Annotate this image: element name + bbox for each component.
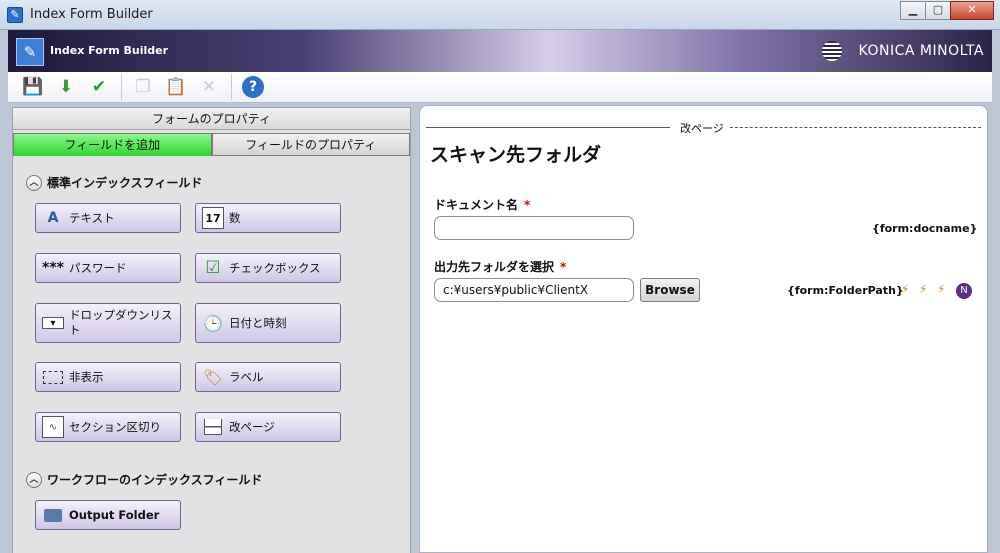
window-title: Index Form Builder [30,7,153,22]
section-break-icon: ∿ [42,416,64,438]
tab-add-field[interactable]: フィールドを追加 [13,133,212,156]
folder-path-token: {form:FolderPath} [787,284,904,297]
add-output-folder-button[interactable]: Output Folder [35,500,181,530]
panel-tabs: フィールドを追加 フィールドのプロパティ [13,130,410,156]
required-marker: * [560,260,567,274]
page-break-label: 改ページ [676,120,728,136]
dropdown-icon: ▾ [42,317,64,329]
required-marker: * [524,198,531,212]
maximize-button[interactable]: ▢ [925,1,951,20]
collapse-chevron-icon[interactable]: ︿ [26,174,42,191]
button-label: Output Folder [69,507,160,522]
app-logo-icon: ✎ [16,38,44,66]
add-text-field-button[interactable]: A テキスト [35,203,181,233]
n-badge-icon[interactable]: N [956,283,972,299]
add-number-field-button[interactable]: 17 数 [195,203,341,233]
form-canvas: 改ページ スキャン先フォルダ ドキュメント名 * {form:docname} 出… [419,105,988,553]
add-checkbox-field-button[interactable]: ☑ チェックボックス [195,253,341,283]
section-title: ワークフローのインデックスフィールド [47,473,263,487]
app-header: ✎ Index Form Builder KONICA MINOLTA [8,30,992,72]
add-label-field-button[interactable]: 🏷 ラベル [195,362,341,392]
docname-input[interactable] [434,216,634,240]
form-title: スキャン先フォルダ [430,144,602,166]
minimize-button[interactable]: ▁ [900,1,926,20]
button-label: 数 [229,210,241,225]
copy-icon[interactable]: ❐ [130,74,156,100]
page-break-line-right [720,127,981,128]
help-icon[interactable]: ? [240,74,266,100]
tab-field-properties[interactable]: フィールドのプロパティ [211,133,410,156]
section-title: 標準インデックスフィールド [47,176,203,190]
password-icon: *** [42,260,64,276]
import-icon[interactable]: ⬇ [53,74,79,100]
button-label: 改ページ [229,419,275,434]
app-name: Index Form Builder [50,44,169,57]
delete-icon[interactable]: ✕ [196,74,222,100]
hidden-icon [42,366,64,388]
window-titlebar: ✎ Index Form Builder ▁ ▢ ✕ [0,0,1000,30]
save-icon[interactable]: 💾 [20,74,46,100]
page-break-icon [202,416,224,438]
text-icon: A [47,210,59,226]
add-datetime-field-button[interactable]: 🕒 日付と時刻 [195,303,341,343]
add-dropdown-field-button[interactable]: ▾ ドロップダウンリスト [35,303,181,343]
lightning-icon[interactable]: ⚡ [937,282,945,296]
add-password-field-button[interactable]: *** パスワード [35,253,181,283]
toolbar-separator [121,74,122,100]
button-label: セクション区切り [69,419,161,434]
form-properties-panel: フォームのプロパティ フィールドを追加 フィールドのプロパティ ︿ 標準インデッ… [12,107,411,553]
workflow-fields-header[interactable]: ︿ ワークフローのインデックスフィールド [26,471,262,488]
add-hidden-field-button[interactable]: 非表示 [35,362,181,392]
page-break-line-left [426,127,670,128]
add-section-break-button[interactable]: ∿ セクション区切り [35,412,181,442]
toolbar: 💾 ⬇ ✔ ❐ 📋 ✕ ? [8,72,992,174]
docname-label: ドキュメント名 * [434,196,530,213]
panel-title: フォームのプロパティ [13,108,410,130]
button-label: テキスト [69,210,115,225]
validate-icon[interactable]: ✔ [86,74,112,100]
docname-token: {form:docname} [872,222,978,235]
label-tag-icon: 🏷 [202,367,224,387]
add-page-break-button[interactable]: 改ページ [195,412,341,442]
button-label: 非表示 [69,369,104,384]
number-icon: 17 [202,207,224,229]
field-label-text: 出力先フォルダを選択 [434,260,555,274]
folder-path-input[interactable] [434,278,634,302]
browse-button[interactable]: Browse [640,278,700,302]
button-label: ラベル [229,369,264,384]
window-controls: ▁ ▢ ✕ [900,1,994,20]
button-label: ドロップダウンリスト [69,308,173,337]
close-button[interactable]: ✕ [950,1,994,20]
button-label: パスワード [69,260,127,275]
button-label: 日付と時刻 [229,315,287,330]
checkbox-icon: ☑ [205,258,221,278]
folder-path-label: 出力先フォルダを選択 * [434,258,566,275]
brand-logo-icon [822,41,842,61]
app-icon: ✎ [7,7,23,23]
lightning-icon[interactable]: ⚡ [919,282,927,296]
field-label-text: ドキュメント名 [434,198,519,212]
collapse-chevron-icon[interactable]: ︿ [26,471,42,488]
lightning-icon[interactable]: ⚡ [901,282,909,296]
brand-name: KONICA MINOLTA [858,43,984,59]
folder-icon [42,504,64,526]
datetime-icon: 🕒 [203,313,223,333]
paste-icon[interactable]: 📋 [163,74,189,100]
toolbar-separator [231,74,232,100]
standard-fields-header[interactable]: ︿ 標準インデックスフィールド [26,174,202,191]
button-label: チェックボックス [229,260,321,275]
